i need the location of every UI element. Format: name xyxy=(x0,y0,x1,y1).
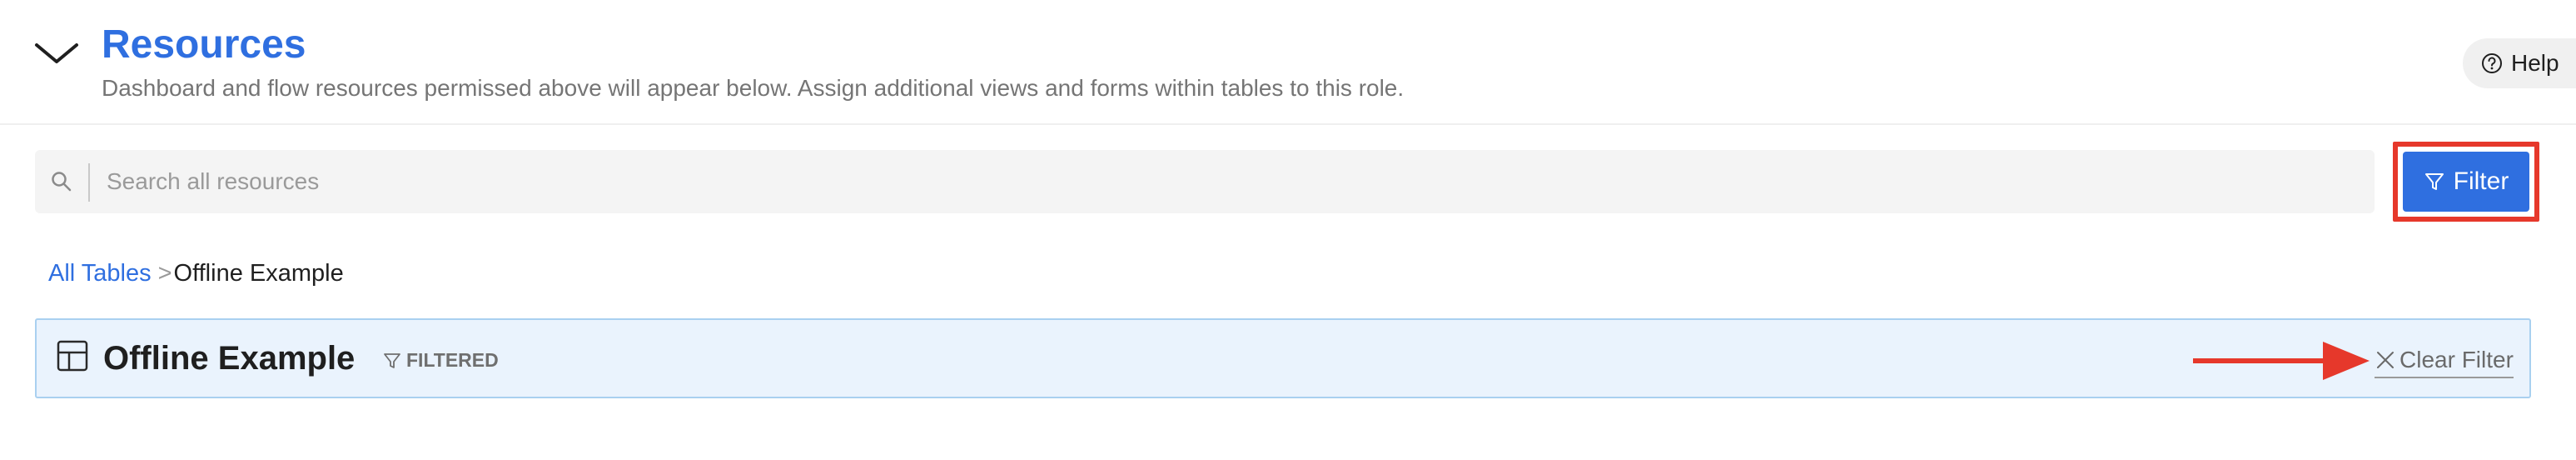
search-icon xyxy=(52,172,72,192)
header-divider xyxy=(0,123,2576,125)
clear-filter-label: Clear Filter xyxy=(2399,347,2514,372)
help-circle-icon xyxy=(2482,53,2502,73)
filter-funnel-icon xyxy=(2424,173,2444,190)
breadcrumb-current: Offline Example xyxy=(173,260,344,287)
filter-button-label: Filter xyxy=(2453,168,2509,195)
breadcrumb-all-tables[interactable]: All Tables xyxy=(48,262,152,286)
search-separator xyxy=(88,163,90,202)
filtered-badge-label: FILTERED xyxy=(406,349,499,371)
table-grid-icon xyxy=(57,340,88,372)
help-label: Help xyxy=(2511,50,2559,76)
filter-funnel-icon xyxy=(384,352,400,368)
search-input[interactable] xyxy=(98,157,2346,207)
help-button[interactable]: Help xyxy=(2463,38,2576,88)
collapse-chevron-icon[interactable] xyxy=(33,37,80,70)
close-x-icon xyxy=(2377,352,2394,368)
breadcrumb: All Tables > Offline Example xyxy=(48,262,344,286)
table-title: Offline Example xyxy=(103,340,356,377)
clear-filter-button[interactable]: Clear Filter xyxy=(2375,348,2514,378)
annotation-arrow-icon xyxy=(2193,342,2370,380)
page-subtitle: Dashboard and flow resources permissed a… xyxy=(102,75,1405,101)
page-title: Resources xyxy=(102,22,306,67)
filtered-badge: FILTERED xyxy=(383,351,499,370)
filter-button[interactable]: Filter xyxy=(2403,152,2529,212)
breadcrumb-separator: > xyxy=(157,260,172,287)
